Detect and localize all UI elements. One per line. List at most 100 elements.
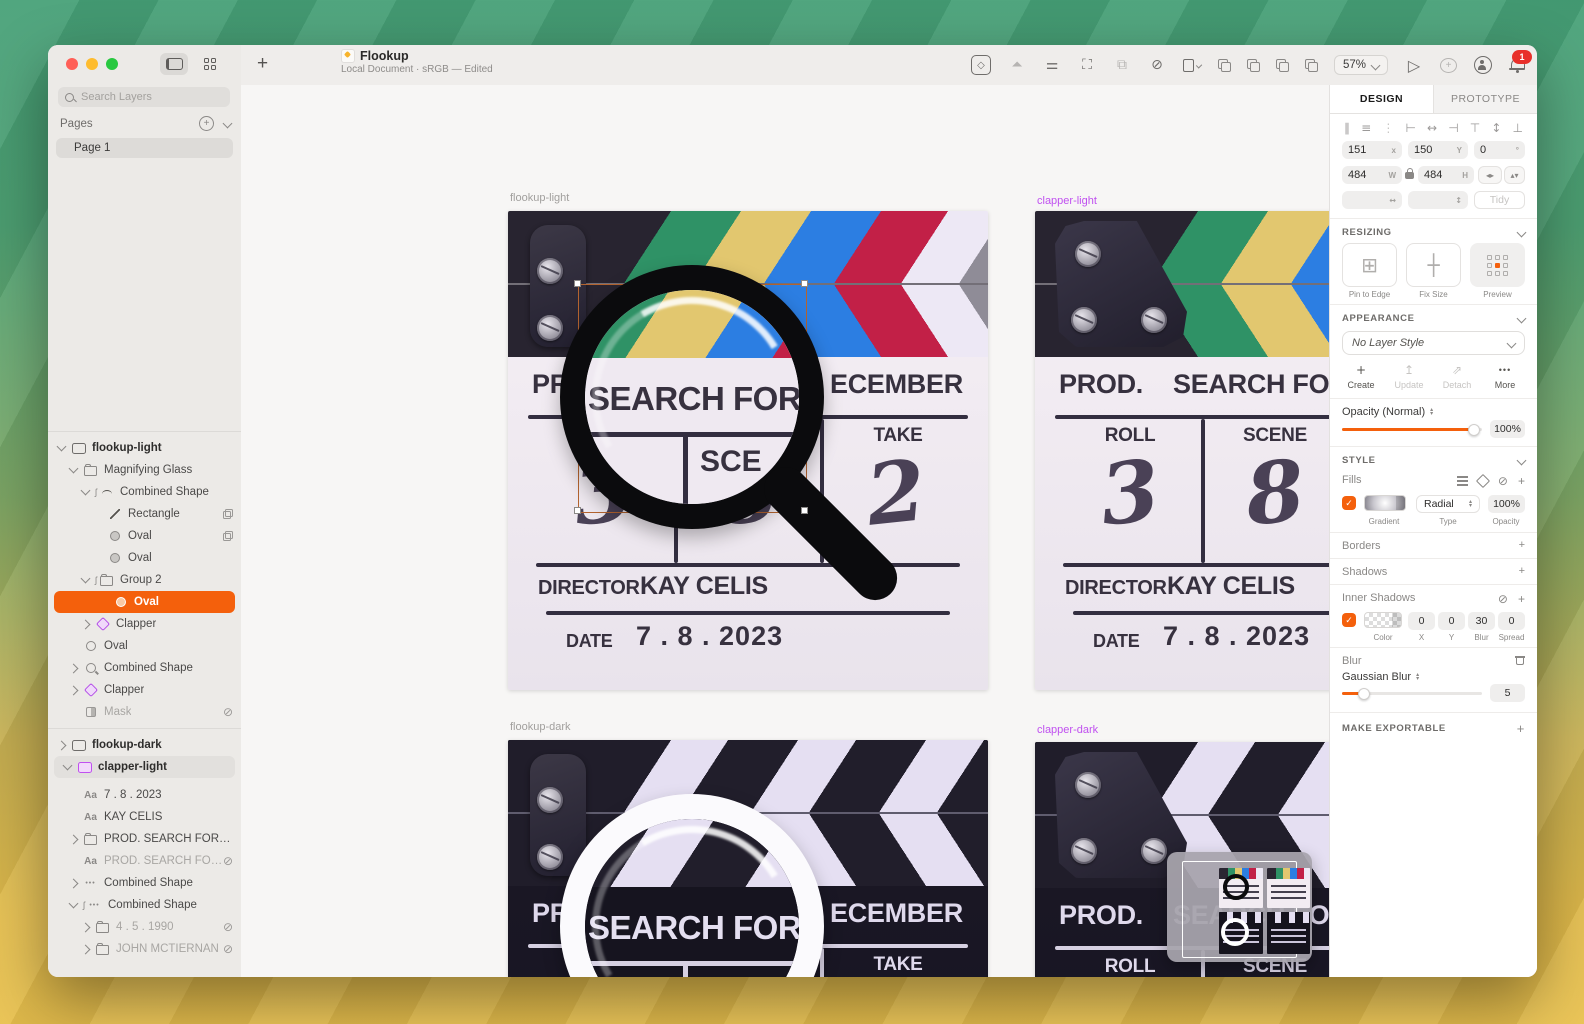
align-middle-v-icon[interactable]: ↕: [1491, 121, 1501, 135]
artboard-flookup-light[interactable]: PROD. ECEMBER ROLL SCENE TAKE 3 8 2 DIRE…: [508, 211, 988, 690]
add-export-icon[interactable]: +: [1517, 721, 1525, 736]
section-chevron-icon[interactable]: [1517, 455, 1527, 465]
notifications-bell-icon[interactable]: 1: [1509, 57, 1525, 73]
width-field[interactable]: 484W: [1342, 166, 1402, 184]
intersect-icon[interactable]: [1276, 59, 1288, 71]
pages-chevron-icon[interactable]: [223, 119, 233, 129]
section-chevron-icon[interactable]: [1517, 227, 1527, 237]
artboard-label[interactable]: clapper-light: [1037, 195, 1097, 207]
presets-icon[interactable]: [1476, 474, 1490, 488]
union-icon[interactable]: [1218, 59, 1230, 71]
chevron-down-icon[interactable]: [63, 761, 73, 771]
align-left-icon[interactable]: ⊢: [1405, 121, 1415, 135]
update-style-button[interactable]: ↥Update: [1386, 363, 1432, 390]
add-page-button[interactable]: +: [199, 116, 214, 131]
opacity-value-field[interactable]: 100%: [1490, 420, 1525, 438]
chevron-down-icon[interactable]: [69, 464, 79, 474]
comment-icon[interactable]: +: [1440, 58, 1457, 73]
layer-row-combined-shape[interactable]: Combined Shape: [48, 872, 241, 894]
blur-knob[interactable]: [1358, 688, 1370, 700]
inner-shadow-x-field[interactable]: 0: [1408, 612, 1435, 630]
artboard-label[interactable]: flookup-light: [510, 192, 569, 204]
subtract-icon[interactable]: [1247, 59, 1259, 71]
chevron-down-icon[interactable]: [69, 899, 79, 909]
blur-slider[interactable]: [1342, 692, 1482, 695]
add-shadow-icon[interactable]: +: [1519, 565, 1525, 577]
fill-checkbox[interactable]: ✓: [1342, 496, 1356, 510]
trash-icon[interactable]: [1515, 654, 1525, 665]
tidy-distribute-icon[interactable]: ⚌: [1043, 56, 1061, 74]
distribute-horizontal-icon[interactable]: ∥: [1344, 121, 1350, 135]
components-view-button[interactable]: [196, 53, 224, 75]
chevron-right-icon[interactable]: [57, 740, 67, 750]
artboard-label[interactable]: flookup-dark: [510, 721, 571, 733]
flip-horizontal-icon[interactable]: ◂▸: [1478, 166, 1502, 184]
chevron-right-icon[interactable]: [81, 922, 91, 932]
artboard-flookup-dark[interactable]: PROD. ECEMBER ROLL SCENE TAKE 3 8 2 SEAR…: [508, 740, 988, 977]
pin-to-edge-button[interactable]: ⊞: [1342, 243, 1397, 287]
align-right-icon[interactable]: ⊣: [1448, 121, 1458, 135]
add-fill-icon[interactable]: +: [1518, 474, 1525, 488]
layer-row-folder-hidden[interactable]: 4 . 5 . 1990⊘: [48, 916, 241, 938]
stepper-icon[interactable]: ▴▾: [1430, 408, 1433, 417]
artboard-label[interactable]: clapper-dark: [1037, 724, 1098, 736]
chevron-right-icon[interactable]: [69, 685, 79, 695]
vspacing-field[interactable]: ↕: [1408, 191, 1468, 209]
more-align-icon[interactable]: ⋮: [1382, 121, 1394, 135]
inner-shadow-checkbox[interactable]: ✓: [1342, 613, 1356, 627]
chevron-right-icon[interactable]: [81, 944, 91, 954]
search-field[interactable]: [58, 87, 230, 107]
selection-handle[interactable]: [801, 507, 808, 514]
layer-row-combined-shape[interactable]: ʃCombined Shape: [48, 481, 241, 503]
navigator-overlay[interactable]: [1167, 852, 1312, 962]
mask-tool-icon[interactable]: ⧉: [1113, 56, 1131, 74]
selection-handle[interactable]: [574, 507, 581, 514]
gradient-swatch[interactable]: [1364, 495, 1406, 511]
fill-type-select[interactable]: Radial▴▾: [1416, 495, 1480, 513]
layer-row-text[interactable]: KAY CELIS: [48, 806, 241, 828]
selection-handle[interactable]: [801, 280, 808, 287]
stepper-icon[interactable]: ▴▾: [1416, 673, 1419, 682]
height-field[interactable]: 484H: [1418, 166, 1474, 184]
layer-row-clapper-symbol[interactable]: Clapper: [48, 679, 241, 701]
insert-button[interactable]: +: [257, 53, 268, 75]
artboard-clapper-light[interactable]: PROD. SEARCH FOR BLUE ROLL SCENE TAKE 3 …: [1035, 211, 1330, 690]
edit-transform-icon[interactable]: ⛶: [1078, 56, 1096, 74]
layer-row-group[interactable]: Magnifying Glass: [48, 459, 241, 481]
align-center-h-icon[interactable]: ↔: [1427, 121, 1437, 135]
tab-prototype[interactable]: PROTOTYPE: [1433, 85, 1537, 113]
inner-shadow-blur-field[interactable]: 30: [1468, 612, 1495, 630]
hidden-eye-icon[interactable]: ⊘: [223, 855, 233, 867]
rotation-field[interactable]: 0°: [1474, 141, 1525, 159]
magnifying-glass[interactable]: SEARCH FOR B: [560, 794, 824, 977]
account-icon[interactable]: [1474, 56, 1492, 74]
layer-row-folder[interactable]: PROD. SEARCH FOR BLU: [48, 828, 241, 850]
y-field[interactable]: 150Y: [1408, 141, 1468, 159]
align-top-icon[interactable]: ⊤: [1470, 121, 1480, 135]
blur-value-field[interactable]: 5: [1490, 684, 1525, 702]
minimize-button[interactable]: [86, 58, 98, 70]
inner-shadow-spread-field[interactable]: 0: [1498, 612, 1525, 630]
inner-shadow-y-field[interactable]: 0: [1438, 612, 1465, 630]
fill-opacity-field[interactable]: 100%: [1488, 495, 1525, 513]
opacity-slider[interactable]: [1342, 428, 1482, 431]
layer-row-symbol-artboard[interactable]: clapper-light: [54, 756, 235, 778]
layer-row-mask[interactable]: Mask⊘: [48, 701, 241, 723]
frame-icon[interactable]: [1183, 56, 1201, 74]
layer-row-group2[interactable]: ʃGroup 2: [48, 569, 241, 591]
chevron-right-icon[interactable]: [69, 834, 79, 844]
difference-icon[interactable]: [1305, 59, 1317, 71]
layer-row-text[interactable]: 7 . 8 . 2023: [48, 784, 241, 806]
hspacing-field[interactable]: ↔: [1342, 191, 1402, 209]
hidden-eye-icon[interactable]: ⊘: [223, 921, 233, 933]
chevron-right-icon[interactable]: [69, 878, 79, 888]
selection-handle[interactable]: [574, 280, 581, 287]
layer-row-combined-shape[interactable]: ʃCombined Shape: [48, 894, 241, 916]
layer-row-combined-shape[interactable]: Combined Shape: [48, 657, 241, 679]
layer-row-oval[interactable]: Oval: [48, 547, 241, 569]
chevron-down-icon[interactable]: [81, 574, 91, 584]
layer-row-artboard[interactable]: flookup-light: [48, 437, 241, 459]
page-item[interactable]: Page 1: [56, 138, 233, 158]
play-preview-icon[interactable]: ▷: [1405, 56, 1423, 74]
create-style-button[interactable]: +Create: [1338, 363, 1384, 390]
